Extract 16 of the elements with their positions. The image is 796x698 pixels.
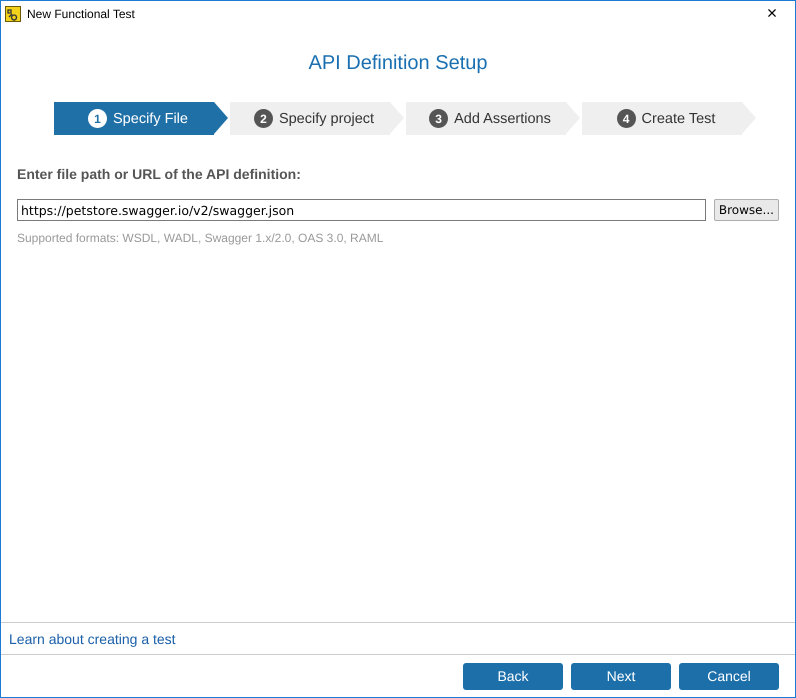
- wizard-button[interactable]: Back: [463, 663, 563, 690]
- step-number: 3: [429, 109, 448, 128]
- step-number: 4: [616, 109, 636, 128]
- window-title: New Functional Test: [27, 6, 136, 20]
- browse-button[interactable]: Browse...: [714, 199, 779, 221]
- formats-hint: Supported formats: WSDL, WADL, Swagger 1.x/2.0, OAS 3.0, RAML: [17, 231, 384, 245]
- field-label: Enter file path or URL of the API definition:: [17, 166, 302, 182]
- wizard-button[interactable]: Cancel: [679, 663, 779, 690]
- wizard-button[interactable]: Next: [571, 663, 671, 690]
- close-button[interactable]: ×: [749, 1, 795, 26]
- app-icon: [5, 6, 21, 22]
- url-input-field[interactable]: https://petstore.swagger.io/v2/swagger.json: [17, 199, 706, 221]
- step-number: 2: [254, 109, 273, 128]
- page-heading: API Definition Setup: [308, 52, 488, 75]
- help-link[interactable]: Learn about creating a test: [9, 630, 176, 646]
- step-number: 1: [88, 109, 108, 128]
